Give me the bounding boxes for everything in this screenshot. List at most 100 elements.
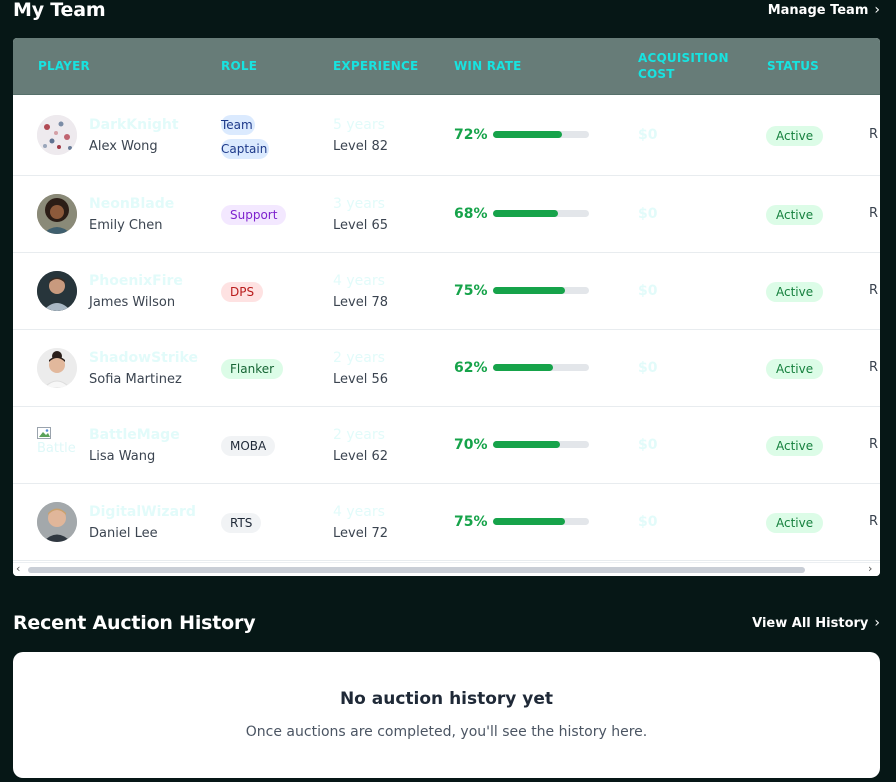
win-rate-bar [493, 364, 589, 371]
team-table: PLAYER ROLE EXPERIENCE WIN RATE ACQUISIT… [13, 38, 880, 576]
role-badge: MOBA [221, 436, 276, 456]
table-row[interactable]: ShadowStrike Sofia Martinez Flanker 2 ye… [13, 330, 880, 407]
overflow-text: R [869, 206, 879, 221]
win-rate-bar [493, 210, 589, 217]
empty-state-subtitle: Once auctions are completed, you'll see … [245, 724, 648, 740]
role-badge-text: Team Captain [221, 115, 270, 159]
player-avatar [37, 502, 77, 542]
avatar-alt-text: Battle [37, 441, 76, 456]
win-rate-value: 75% [454, 283, 488, 299]
overflow-text: R [869, 360, 879, 375]
overflow-text: R [869, 437, 879, 452]
table-header: PLAYER ROLE EXPERIENCE WIN RATE ACQUISIT… [13, 38, 880, 95]
win-rate-value: 68% [454, 206, 488, 222]
experience-level: Level 78 [333, 295, 388, 310]
horizontal-scrollbar[interactable]: ‹ › [13, 562, 880, 576]
manage-team-label: Manage Team [767, 2, 869, 18]
col-role[interactable]: ROLE [221, 38, 257, 94]
player-name: James Wilson [89, 295, 176, 310]
my-team-title: My Team [13, 0, 106, 21]
view-all-history-label: View All History [752, 615, 869, 631]
status-badge: Active [766, 436, 824, 456]
acquisition-cost: $0 [638, 127, 658, 143]
table-row[interactable]: Battle BattleMage Lisa Wang MOBA 2 years… [13, 407, 880, 484]
table-row[interactable]: PhoenixFire James Wilson DPS 4 years Lev… [13, 253, 880, 330]
chevron-right-icon: › [874, 615, 880, 631]
player-avatar [37, 348, 77, 388]
player-avatar [37, 115, 77, 155]
col-win-rate[interactable]: WIN RATE [454, 38, 522, 94]
win-rate-bar [493, 441, 589, 448]
role-badge: Support [221, 205, 287, 225]
win-rate-bar-fill [493, 210, 559, 217]
role-badge: DPS [221, 282, 264, 302]
win-rate-bar-fill [493, 518, 565, 525]
win-rate-bar-fill [493, 364, 553, 371]
col-acquisition-cost[interactable]: ACQUISITION COST [638, 38, 729, 94]
experience-years: 2 years [333, 427, 385, 443]
scroll-right-icon[interactable]: › [868, 562, 872, 575]
player-handle[interactable]: DarkKnight [89, 117, 179, 133]
win-rate-bar [493, 287, 589, 294]
auction-history-header: Recent Auction History View All History … [13, 611, 880, 635]
experience-years: 4 years [333, 504, 385, 520]
table-row[interactable]: DigitalWizard Daniel Lee RTS 4 years Lev… [13, 484, 880, 561]
scroll-left-icon[interactable]: ‹ [16, 562, 20, 575]
win-rate-value: 75% [454, 514, 488, 530]
view-all-history-link[interactable]: View All History › [752, 615, 880, 631]
chevron-right-icon: › [874, 2, 880, 18]
acquisition-cost: $0 [638, 360, 658, 376]
col-acquisition-cost-line1: ACQUISITION [638, 51, 729, 65]
win-rate-bar-fill [493, 441, 561, 448]
experience-years: 2 years [333, 350, 385, 366]
win-rate-bar-fill [493, 131, 563, 138]
acquisition-cost: $0 [638, 437, 658, 453]
experience-years: 4 years [333, 273, 385, 289]
broken-image-icon [37, 427, 51, 439]
auction-history-title: Recent Auction History [13, 612, 256, 634]
experience-years: 3 years [333, 196, 385, 212]
player-handle[interactable]: DigitalWizard [89, 504, 196, 520]
win-rate-bar [493, 131, 589, 138]
player-handle[interactable]: BattleMage [89, 427, 180, 443]
table-row[interactable]: NeonBlade Emily Chen Support 3 years Lev… [13, 176, 880, 253]
status-badge: Active [766, 205, 824, 225]
scrollbar-thumb[interactable] [28, 567, 805, 573]
player-avatar [37, 194, 77, 234]
col-status[interactable]: STATUS [767, 38, 819, 94]
table-row[interactable]: DarkKnight Alex Wong Team Captain 5 year… [13, 95, 880, 176]
auction-history-card: No auction history yet Once auctions are… [13, 652, 880, 778]
status-badge: Active [766, 359, 824, 379]
acquisition-cost: $0 [638, 514, 658, 530]
player-name: Sofia Martinez [89, 372, 182, 387]
experience-level: Level 65 [333, 218, 388, 233]
col-player[interactable]: PLAYER [38, 38, 90, 94]
player-handle[interactable]: ShadowStrike [89, 350, 198, 366]
win-rate-bar [493, 518, 589, 525]
role-badge: RTS [221, 513, 262, 533]
experience-level: Level 62 [333, 449, 388, 464]
player-name: Alex Wong [89, 139, 158, 154]
player-handle[interactable]: PhoenixFire [89, 273, 183, 289]
overflow-text: R [869, 283, 879, 298]
status-badge: Active [766, 126, 824, 146]
role-badge: Flanker [221, 359, 284, 379]
experience-level: Level 56 [333, 372, 388, 387]
acquisition-cost: $0 [638, 206, 658, 222]
overflow-text: R [869, 127, 879, 142]
empty-state-title: No auction history yet [339, 689, 554, 709]
status-badge: Active [766, 282, 824, 302]
player-name: Lisa Wang [89, 449, 156, 464]
experience-level: Level 72 [333, 526, 388, 541]
overflow-text: R [869, 514, 879, 529]
experience-years: 5 years [333, 117, 385, 133]
win-rate-value: 70% [454, 437, 488, 453]
player-avatar [37, 271, 77, 311]
win-rate-bar-fill [493, 287, 565, 294]
role-badge: Team Captain [221, 113, 291, 161]
acquisition-cost: $0 [638, 283, 658, 299]
win-rate-value: 72% [454, 127, 488, 143]
player-handle[interactable]: NeonBlade [89, 196, 174, 212]
col-experience[interactable]: EXPERIENCE [333, 38, 418, 94]
manage-team-link[interactable]: Manage Team › [768, 2, 880, 18]
